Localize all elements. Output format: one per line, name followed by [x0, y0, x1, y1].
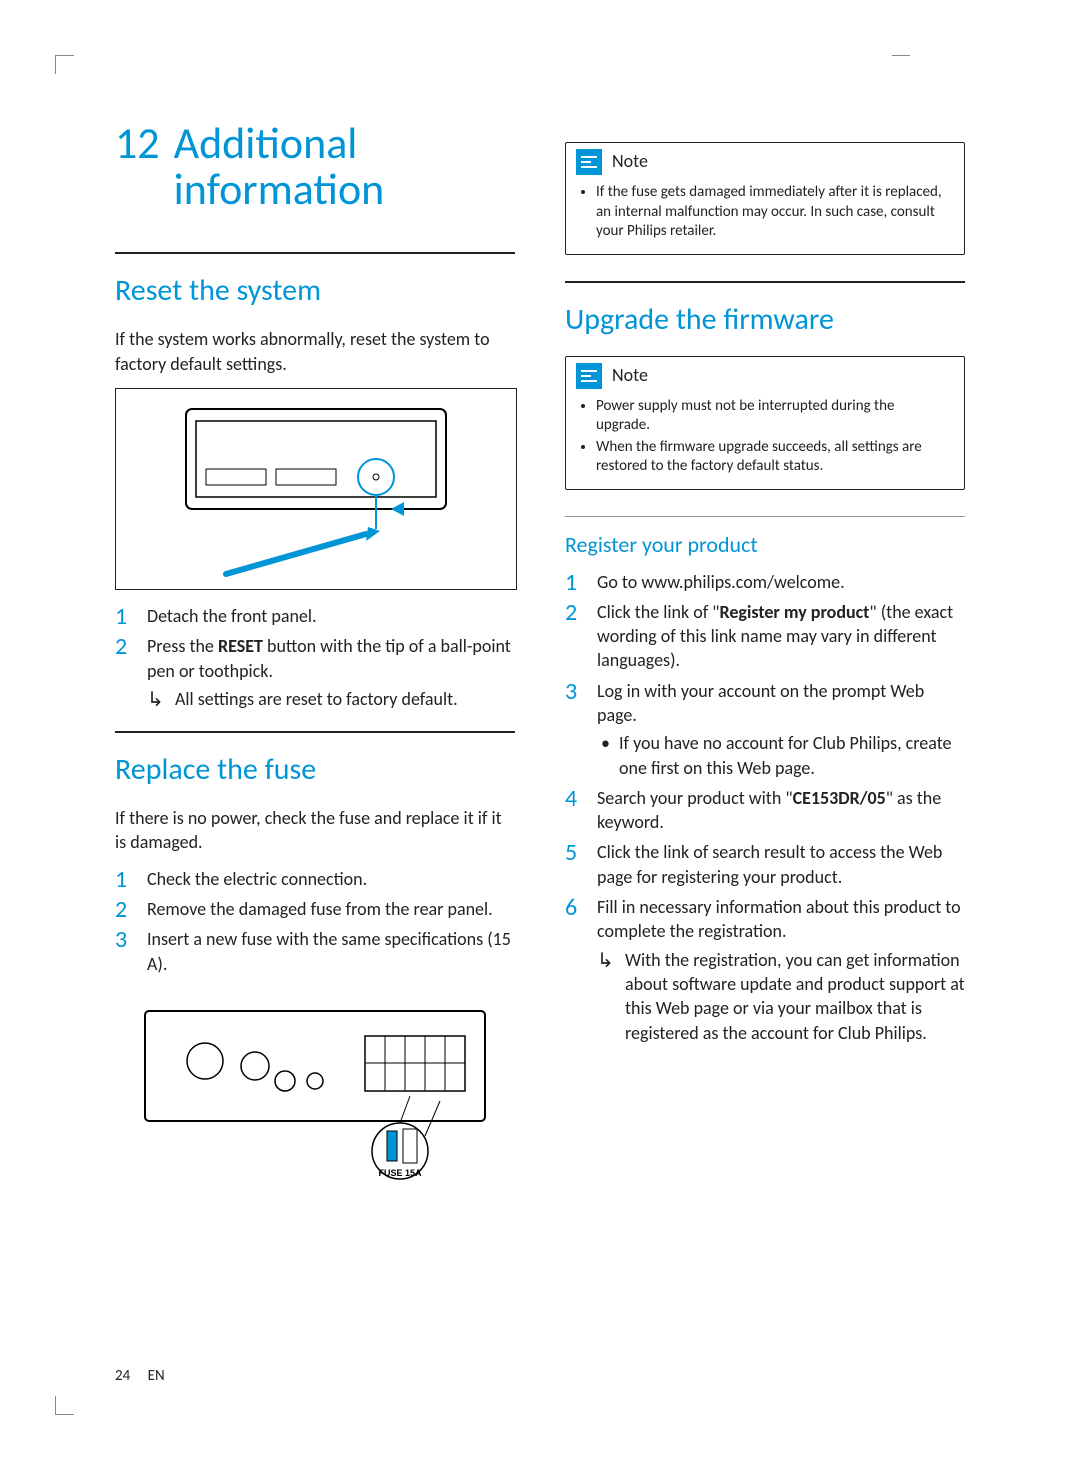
- chapter-heading: 12 Additional information: [115, 120, 515, 212]
- fuse-label-text: FUSE 15A: [378, 1168, 422, 1178]
- note-icon: [576, 363, 602, 389]
- step-result: With the registration, you can get infor…: [597, 948, 965, 1045]
- step-item: Fill in necessary information about this…: [565, 895, 965, 1045]
- crop-mark: [892, 55, 910, 74]
- right-column: Note If the fuse gets damaged immediatel…: [565, 120, 965, 1360]
- section-fuse-heading: Replace the fuse: [115, 731, 515, 788]
- crop-mark: [55, 1396, 74, 1415]
- note-label: Note: [612, 364, 648, 387]
- step-item: Insert a new fuse with the same specific…: [115, 927, 515, 976]
- step-result: All settings are reset to factory defaul…: [147, 687, 515, 711]
- note-item: If the fuse gets damaged immediately aft…: [596, 183, 950, 242]
- page-language: EN: [148, 1367, 165, 1385]
- chapter-number: 12: [115, 120, 160, 212]
- step-item: Detach the front panel.: [115, 604, 515, 628]
- note-box: Note If the fuse gets damaged immediatel…: [565, 142, 965, 255]
- chapter-title: Additional information: [174, 120, 515, 212]
- section-upgrade-heading: Upgrade the firmware: [565, 281, 965, 338]
- step-item: Search your product with "CE153DR/05" as…: [565, 786, 965, 835]
- reset-intro: If the system works abnormally, reset th…: [115, 327, 515, 376]
- subsection-register-heading: Register your product: [565, 516, 965, 558]
- step-item: Check the electric connection.: [115, 867, 515, 891]
- note-list: If the fuse gets damaged immediately aft…: [580, 183, 950, 242]
- step-item: Log in with your account on the prompt W…: [565, 679, 965, 780]
- sub-bullet: If you have no account for Club Philips,…: [597, 731, 965, 780]
- reset-steps: Detach the front panel. Press the RESET …: [115, 604, 515, 711]
- crop-mark: [55, 55, 74, 74]
- reset-illustration: [115, 388, 517, 590]
- page-number: 24: [115, 1367, 130, 1385]
- step-item: Click the link of "Register my product" …: [565, 600, 965, 673]
- note-item: When the firmware upgrade succeeds, all …: [596, 438, 950, 477]
- step-item: Remove the damaged fuse from the rear pa…: [115, 897, 515, 921]
- fuse-intro: If there is no power, check the fuse and…: [115, 806, 515, 855]
- note-item: Power supply must not be interrupted dur…: [596, 397, 950, 436]
- page-content: 12 Additional information Reset the syst…: [115, 120, 965, 1360]
- note-box: Note Power supply must not be interrupte…: [565, 356, 965, 490]
- note-icon: [576, 149, 602, 175]
- step-item: Go to www.philips.com/welcome.: [565, 570, 965, 594]
- left-column: 12 Additional information Reset the syst…: [115, 120, 515, 1360]
- fuse-steps: Check the electric connection. Remove th…: [115, 867, 515, 976]
- note-label: Note: [612, 150, 648, 173]
- fuse-illustration: FUSE 15A: [115, 996, 515, 1186]
- step-item: Click the link of search result to acces…: [565, 840, 965, 889]
- step-item: Press the RESET button with the tip of a…: [115, 634, 515, 711]
- section-reset-heading: Reset the system: [115, 252, 515, 309]
- page-footer: 24 EN: [115, 1367, 165, 1385]
- note-list: Power supply must not be interrupted dur…: [580, 397, 950, 477]
- register-steps: Go to www.philips.com/welcome. Click the…: [565, 570, 965, 1045]
